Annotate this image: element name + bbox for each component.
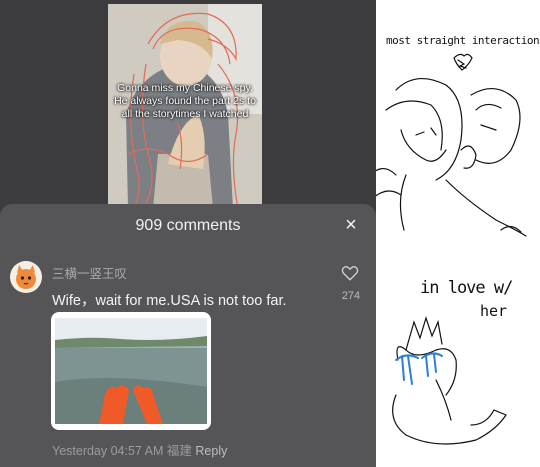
avatar-cat-icon[interactable] <box>10 261 42 293</box>
video-caption: Gonna miss my Chinese spy. He always fou… <box>114 82 256 120</box>
heart-icon[interactable] <box>341 264 359 282</box>
close-icon[interactable]: × <box>340 214 362 236</box>
comment-author[interactable]: 三横一竖王叹 <box>52 263 127 282</box>
comment-timestamp: Yesterday 04:57 AM <box>52 444 164 458</box>
sketch-panel: most straight interaction in love w/ her <box>376 0 540 467</box>
sketch-drawing <box>376 53 527 445</box>
comment-footer: Yesterday 04:57 AM 福建 Reply <box>52 440 227 459</box>
reply-button[interactable]: Reply <box>195 444 227 458</box>
comment-image[interactable] <box>51 312 211 430</box>
comments-count-title: 909 comments <box>135 217 241 234</box>
like-count: 274 <box>341 290 361 302</box>
comment-text: Wife，wait for me.USA is not too far. <box>52 293 287 309</box>
river-photo <box>55 318 207 424</box>
app-screenshot: Gonna miss my Chinese spy. He always fou… <box>0 0 376 467</box>
video-thumbnail[interactable]: Gonna miss my Chinese spy. He always fou… <box>108 4 262 209</box>
comments-sheet: 909 comments × 三横一竖王叹 Wife，wait for me.U… <box>0 204 376 467</box>
comment-location: 福建 <box>166 444 192 458</box>
